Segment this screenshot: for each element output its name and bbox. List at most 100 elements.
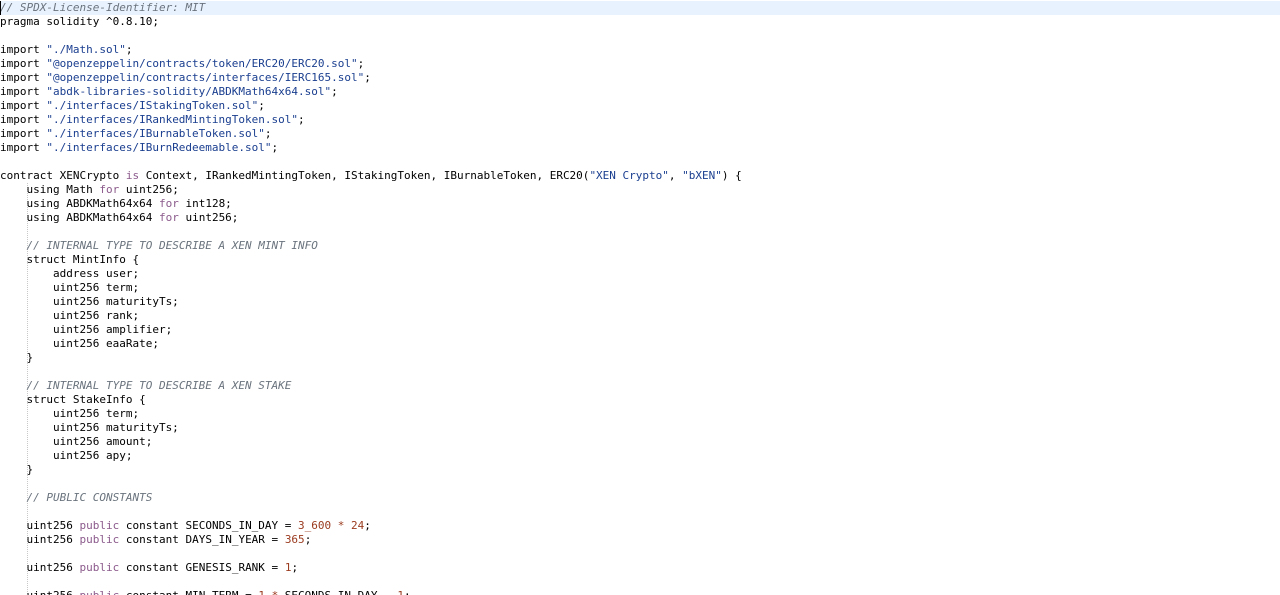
code-token: ; — [331, 85, 338, 98]
code-line[interactable]: // INTERNAL TYPE TO DESCRIBE A XEN MINT … — [0, 239, 1280, 253]
code-token: constant SECONDS_IN_DAY = — [119, 519, 299, 532]
code-token: ; — [291, 561, 299, 574]
code-line[interactable]: } — [0, 351, 1280, 365]
code-token: "./interfaces/IBurnableToken.sol" — [46, 127, 265, 140]
code-line[interactable]: contract XENCrypto is Context, IRankedMi… — [0, 169, 1280, 183]
code-line[interactable]: uint256 public constant DAYS_IN_YEAR = 3… — [0, 533, 1280, 547]
code-token: import — [0, 57, 47, 70]
code-line[interactable] — [0, 225, 1280, 239]
code-editor[interactable]: // SPDX-License-Identifier: MIT pragma so… — [0, 0, 1280, 595]
code-line[interactable]: struct MintInfo { — [0, 253, 1280, 267]
code-line[interactable]: using ABDKMath64x64 for uint256; — [0, 211, 1280, 225]
code-token: 24 — [351, 519, 365, 532]
code-token: "@openzeppelin/contracts/token/ERC20/ERC… — [46, 57, 358, 70]
code-line[interactable]: using Math for uint256; — [0, 183, 1280, 197]
code-token: ; — [364, 519, 371, 532]
code-line[interactable]: struct StakeInfo { — [0, 393, 1280, 407]
code-text[interactable]: // SPDX-License-Identifier: MIT pragma so… — [0, 1, 1280, 595]
code-token: uint256 maturityTs; — [0, 295, 179, 308]
code-token: ; — [258, 99, 265, 112]
code-line[interactable]: uint256 amount; — [0, 435, 1280, 449]
code-token: // PUBLIC CONSTANTS — [26, 491, 153, 504]
code-token: ; — [264, 127, 272, 140]
code-line[interactable]: import "@openzeppelin/contracts/token/ER… — [0, 57, 1280, 71]
code-line[interactable] — [0, 547, 1280, 561]
code-token: int128; — [178, 197, 232, 210]
code-line[interactable]: import "./interfaces/IRankedMintingToken… — [0, 113, 1280, 127]
code-token: contract XENCrypto — [0, 169, 126, 182]
code-line[interactable]: uint256 eaaRate; — [0, 337, 1280, 351]
code-token: "@openzeppelin/contracts/interfaces/IERC… — [46, 71, 365, 84]
code-line[interactable]: uint256 public constant SECONDS_IN_DAY =… — [0, 519, 1280, 533]
code-line[interactable]: // INTERNAL TYPE TO DESCRIBE A XEN STAKE — [0, 379, 1280, 393]
code-token: // INTERNAL TYPE TO DESCRIBE A XEN STAKE — [26, 379, 292, 392]
code-line[interactable] — [0, 155, 1280, 169]
code-token: uint256 — [0, 561, 80, 574]
code-token: using Math — [0, 183, 100, 196]
code-token: - — [384, 589, 391, 595]
code-line[interactable]: uint256 maturityTs; — [0, 295, 1280, 309]
code-token: public — [79, 561, 120, 574]
code-line[interactable]: uint256 term; — [0, 407, 1280, 421]
code-token: 365 — [284, 533, 305, 546]
code-token: uint256 amplifier; — [0, 323, 173, 336]
code-token: ; — [404, 589, 411, 595]
code-token: uint256 maturityTs; — [0, 421, 179, 434]
code-token: ; — [357, 57, 365, 70]
code-token: is — [125, 169, 140, 182]
code-line[interactable]: import "./Math.sol"; — [0, 43, 1280, 57]
code-token: // INTERNAL TYPE TO DESCRIBE A XEN MINT … — [26, 239, 318, 252]
code-line[interactable] — [0, 575, 1280, 589]
code-token: import — [0, 141, 47, 154]
code-token: 1 — [258, 589, 265, 595]
code-token: uint256 — [0, 589, 79, 595]
code-token: constant DAYS_IN_YEAR = — [119, 533, 285, 546]
code-line[interactable]: using ABDKMath64x64 for int128; — [0, 197, 1280, 211]
code-line[interactable] — [0, 365, 1280, 379]
code-token: ; — [298, 113, 305, 126]
code-token: // SPDX-License-Identifier: MIT — [0, 1, 206, 14]
code-line[interactable]: uint256 term; — [0, 281, 1280, 295]
code-token: "./interfaces/IStakingToken.sol" — [46, 99, 259, 112]
code-token: public — [79, 589, 119, 595]
code-line[interactable]: uint256 public constant GENESIS_RANK = 1… — [0, 561, 1280, 575]
code-line[interactable] — [0, 477, 1280, 491]
code-token: Context, IRankedMintingToken, IStakingTo… — [139, 169, 590, 182]
code-token: 3_600 — [298, 519, 332, 532]
code-token: import — [0, 85, 47, 98]
code-token: ; — [364, 71, 371, 84]
code-line[interactable]: import "./interfaces/IStakingToken.sol"; — [0, 99, 1280, 113]
code-line[interactable]: } — [0, 463, 1280, 477]
code-token: uint256 — [0, 533, 80, 546]
code-line[interactable]: import "./interfaces/IBurnRedeemable.sol… — [0, 141, 1280, 155]
code-token: , — [668, 169, 683, 182]
code-line[interactable]: uint256 rank; — [0, 309, 1280, 323]
code-token: uint256 term; — [0, 407, 140, 420]
code-token: for — [99, 183, 120, 196]
code-line[interactable]: address user; — [0, 267, 1280, 281]
code-token: "./Math.sol" — [46, 43, 126, 56]
code-line[interactable] — [0, 29, 1280, 43]
code-token: ; — [271, 141, 279, 154]
code-line[interactable]: pragma solidity ^0.8.10; — [0, 15, 1280, 29]
code-line[interactable]: // SPDX-License-Identifier: MIT — [0, 1, 1280, 15]
code-token: "bXEN" — [682, 169, 722, 182]
code-line[interactable]: import "./interfaces/IBurnableToken.sol"… — [0, 127, 1280, 141]
code-token: uint256; — [119, 183, 179, 196]
code-line[interactable] — [0, 505, 1280, 519]
code-line[interactable]: uint256 amplifier; — [0, 323, 1280, 337]
code-line[interactable]: uint256 public constant MIN_TERM = 1 * S… — [0, 589, 1280, 595]
code-line[interactable]: import "@openzeppelin/contracts/interfac… — [0, 71, 1280, 85]
code-line[interactable]: uint256 maturityTs; — [0, 421, 1280, 435]
code-token: import — [0, 113, 47, 126]
code-token: } — [0, 351, 34, 364]
code-line[interactable]: import "abdk-libraries-solidity/ABDKMath… — [0, 85, 1280, 99]
code-line[interactable]: uint256 apy; — [0, 449, 1280, 463]
code-token: public — [79, 533, 120, 546]
code-token: ; — [304, 533, 312, 546]
code-token: uint256 eaaRate; — [0, 337, 159, 350]
code-token: struct StakeInfo { — [0, 393, 146, 406]
code-line[interactable]: // PUBLIC CONSTANTS — [0, 491, 1280, 505]
